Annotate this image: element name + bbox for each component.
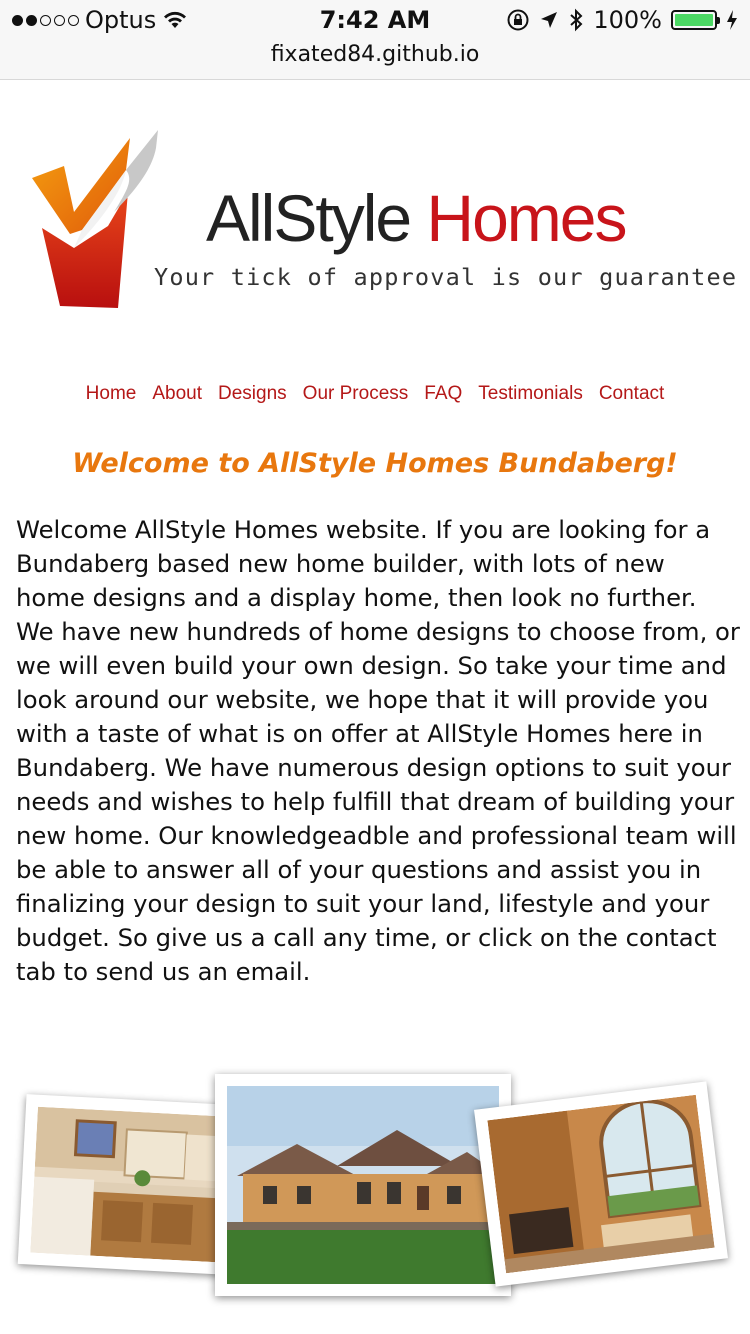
- nav-home[interactable]: Home: [86, 383, 137, 405]
- battery-level: [675, 14, 713, 26]
- living-room-photo: [474, 1081, 728, 1287]
- rotation-lock-icon: [507, 9, 529, 31]
- status-bar: Optus 7:42 AM 100%: [0, 0, 750, 40]
- logo-title-allstyle: AllStyle: [206, 181, 412, 255]
- battery-percentage: 100%: [593, 6, 662, 34]
- location-arrow-icon: [541, 12, 558, 28]
- nav-contact[interactable]: Contact: [599, 383, 664, 405]
- logo-title-homes: Homes: [426, 181, 627, 255]
- charging-bolt-icon: [727, 10, 737, 30]
- page-heading: Welcome to AllStyle Homes Bundaberg!: [72, 448, 678, 479]
- address-bar[interactable]: fixated84.github.io: [0, 40, 750, 80]
- nav-designs[interactable]: Designs: [218, 383, 287, 405]
- intro-paragraph: Welcome AllStyle Homes website. If you a…: [16, 515, 740, 986]
- bluetooth-icon: [570, 8, 583, 32]
- nav-testimonials[interactable]: Testimonials: [478, 383, 583, 405]
- nav-about[interactable]: About: [152, 383, 202, 405]
- main-nav: Home About Designs Our Process FAQ Testi…: [0, 383, 750, 405]
- url-text: fixated84.github.io: [270, 42, 480, 67]
- nav-our-process[interactable]: Our Process: [303, 383, 409, 405]
- logo-title: AllStyle Homes: [206, 180, 627, 256]
- house-exterior-photo: [215, 1074, 511, 1296]
- battery-icon: [671, 10, 720, 30]
- nav-faq[interactable]: FAQ: [424, 383, 462, 405]
- site-logo[interactable]: AllStyle Homes Your tick of approval is …: [30, 130, 736, 315]
- status-bar-right: 100%: [506, 6, 738, 34]
- logo-tagline: Your tick of approval is our guarantee: [154, 263, 738, 291]
